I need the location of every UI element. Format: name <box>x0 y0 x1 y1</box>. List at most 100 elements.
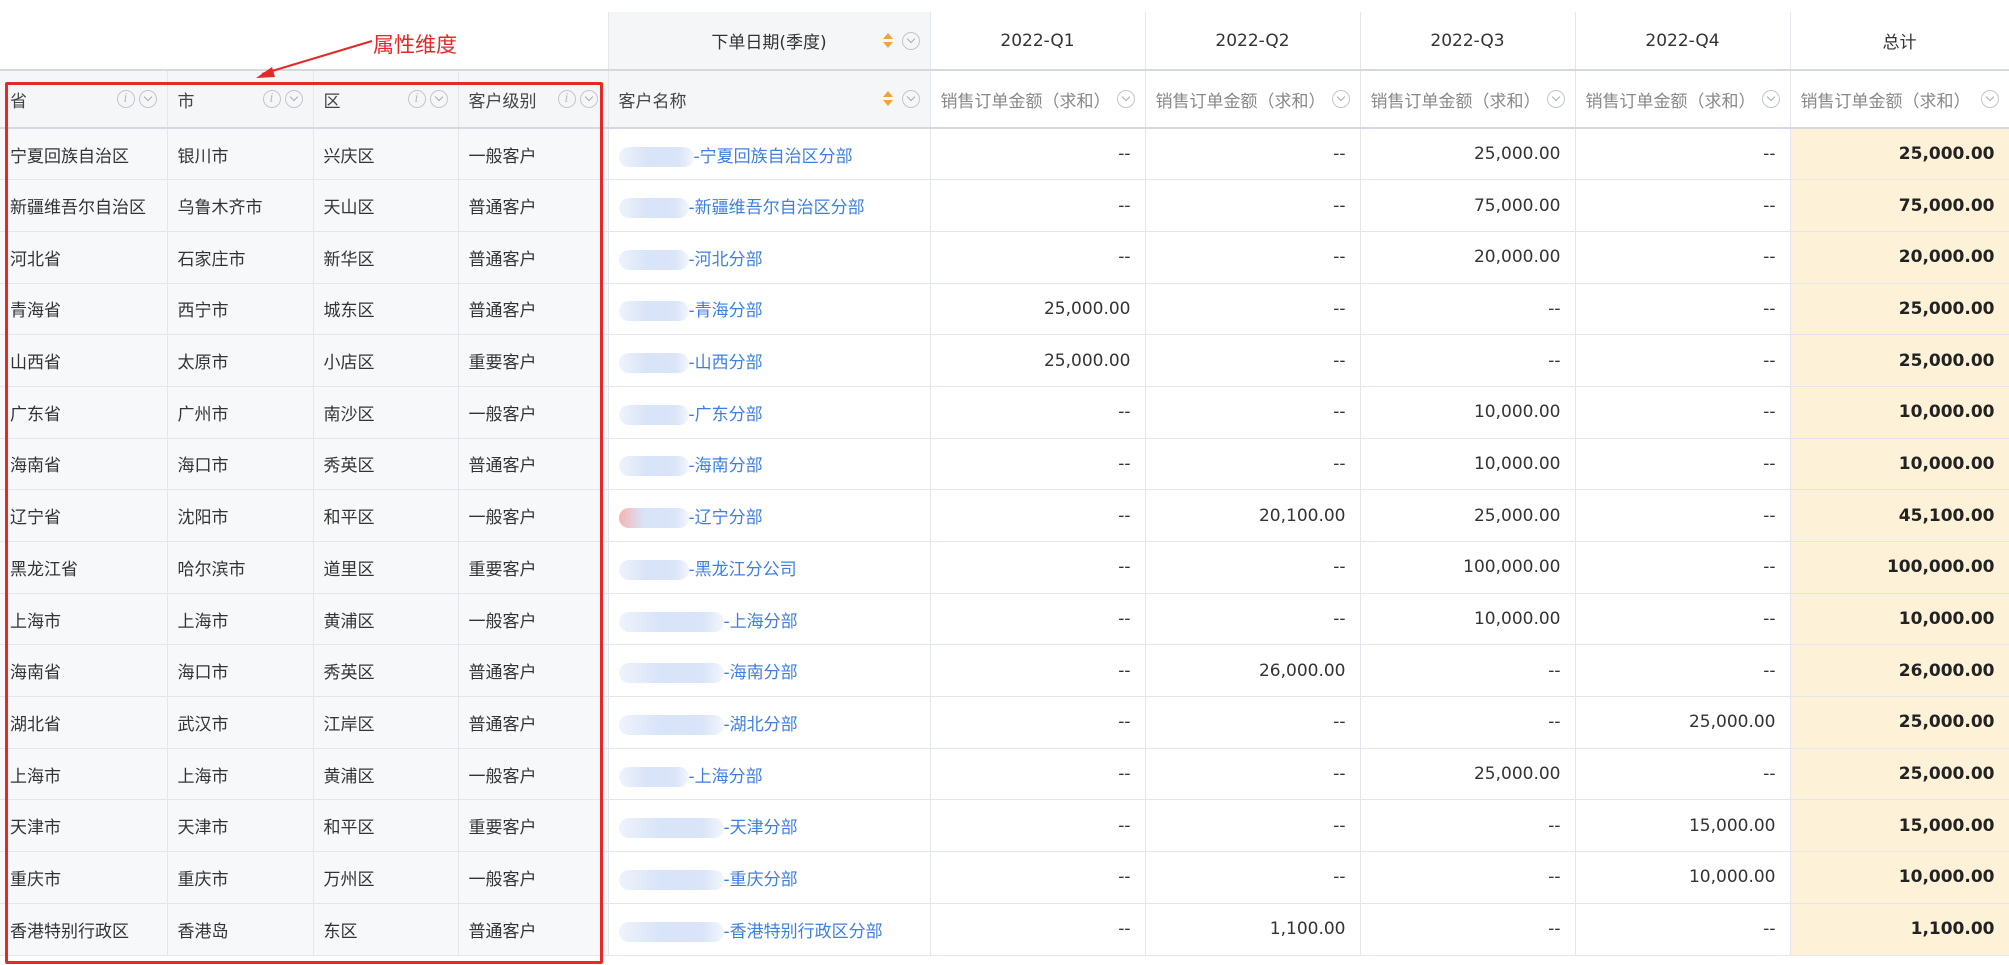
customer-name-link[interactable]: -广东分部 <box>689 400 763 425</box>
quarter-header-q2: 2022-Q2 <box>1145 12 1361 71</box>
measure-header-q1[interactable]: 销售订单金额（求和） <box>930 70 1146 129</box>
chevron-down-icon[interactable] <box>579 90 598 108</box>
district-header[interactable]: 区 i <box>313 70 459 129</box>
customer-level-cell: 普通客户 <box>458 231 609 284</box>
table-row: 新疆维吾尔自治区 乌鲁木齐市 天山区 普通客户 -新疆维吾尔自治区分部 -- -- 75,00… <box>0 179 2009 232</box>
measure-header-q4[interactable]: 销售订单金额（求和） <box>1575 70 1791 129</box>
chevron-down-icon[interactable] <box>1331 90 1350 108</box>
customer-name-cell[interactable]: -广东分部 <box>608 386 931 439</box>
chevron-down-icon[interactable] <box>901 90 920 108</box>
value-cell-q4: 10,000.00 <box>1575 851 1791 904</box>
customer-name-cell[interactable]: -辽宁分部 <box>608 489 931 542</box>
value-cell-q4: -- <box>1575 489 1791 542</box>
province-cell: 上海市 <box>0 593 168 646</box>
city-header-label: 市 <box>177 91 195 112</box>
customer-name-link[interactable]: -上海分部 <box>724 607 798 632</box>
customer-name-link[interactable]: -黑龙江分公司 <box>689 555 797 580</box>
customer-name-cell[interactable]: -山西分部 <box>608 334 931 387</box>
customer-name-link[interactable]: -海南分部 <box>689 451 763 476</box>
customer-name-cell[interactable]: -重庆分部 <box>608 851 931 904</box>
province-cell: 湖北省 <box>0 696 168 749</box>
info-icon[interactable]: i <box>262 90 281 108</box>
customer-level-cell: 一般客户 <box>458 386 609 439</box>
pivot-table-container: 下单日期(季度) 2022-Q1 2022-Q2 2022-Q3 2022-Q4… <box>0 12 2009 965</box>
date-dimension-header[interactable]: 下单日期(季度) <box>608 12 931 71</box>
customer-name-link[interactable]: -青海分部 <box>689 296 763 321</box>
info-icon[interactable]: i <box>116 90 135 108</box>
chevron-down-icon[interactable] <box>284 90 303 108</box>
chevron-down-icon[interactable] <box>1116 90 1135 108</box>
customer-name-cell[interactable]: -河北分部 <box>608 231 931 284</box>
customer-name-cell[interactable]: -天津分部 <box>608 799 931 853</box>
customer-name-link[interactable]: -新疆维吾尔自治区分部 <box>689 193 865 218</box>
province-header[interactable]: 省 i <box>0 70 168 129</box>
table-row: 上海市 上海市 黄浦区 一般客户 -上海分部 -- -- 10,000.00 -- 10,000.… <box>0 593 2009 646</box>
total-cell: 25,000.00 <box>1790 283 2009 336</box>
measure-header-label: 销售订单金额（求和） <box>1585 91 1756 112</box>
customer-name-cell[interactable]: -上海分部 <box>608 748 931 801</box>
value-cell-q2: -- <box>1145 851 1361 904</box>
value-cell-q4: -- <box>1575 128 1791 181</box>
customer-name-link[interactable]: -河北分部 <box>689 245 763 270</box>
sort-icon[interactable] <box>882 32 894 50</box>
value-cell-q2: -- <box>1145 179 1361 232</box>
measure-header-q3[interactable]: 销售订单金额（求和） <box>1360 70 1576 129</box>
customer-name-link[interactable]: -山西分部 <box>689 348 763 373</box>
customer-name-cell[interactable]: -海南分部 <box>608 438 931 491</box>
customer-name-link[interactable]: -上海分部 <box>689 762 763 787</box>
city-header[interactable]: 市 i <box>167 70 314 129</box>
chevron-down-icon[interactable] <box>138 90 157 108</box>
district-cell: 新华区 <box>313 231 459 284</box>
chevron-down-icon[interactable] <box>1761 90 1780 108</box>
redacted-text <box>618 198 689 219</box>
customer-name-link[interactable]: -海南分部 <box>724 658 798 683</box>
customer-name-cell[interactable]: -宁夏回族自治区分部 <box>608 128 931 181</box>
table-row: 黑龙江省 哈尔滨市 道里区 重要客户 -黑龙江分公司 -- -- 100,000.00 -- 10… <box>0 541 2009 594</box>
value-cell-q2: -- <box>1145 593 1361 646</box>
province-cell: 重庆市 <box>0 851 168 904</box>
district-cell: 小店区 <box>313 334 459 387</box>
value-cell-q4: -- <box>1575 334 1791 387</box>
province-cell: 天津市 <box>0 799 168 853</box>
customer-name-link[interactable]: -重庆分部 <box>724 865 798 890</box>
customer-name-cell[interactable]: -香港特别行政区分部 <box>608 903 931 956</box>
customer-name-cell[interactable]: -黑龙江分公司 <box>608 541 931 594</box>
customer-name-link[interactable]: -天津分部 <box>724 813 798 838</box>
customer-name-cell[interactable]: -海南分部 <box>608 644 931 698</box>
customer-name-cell[interactable]: -青海分部 <box>608 283 931 336</box>
city-cell: 广州市 <box>167 386 314 439</box>
customer-name-cell[interactable]: -新疆维吾尔自治区分部 <box>608 179 931 232</box>
customer-name-link[interactable]: -宁夏回族自治区分部 <box>694 142 853 167</box>
customer-name-cell[interactable]: -上海分部 <box>608 593 931 646</box>
info-icon[interactable]: i <box>557 90 576 108</box>
chevron-down-icon[interactable] <box>429 90 448 108</box>
customer-name-link[interactable]: -湖北分部 <box>724 710 798 735</box>
sort-icon[interactable] <box>882 90 894 108</box>
customer-level-cell: 一般客户 <box>458 489 609 542</box>
header-row-top: 下单日期(季度) 2022-Q1 2022-Q2 2022-Q3 2022-Q4… <box>0 12 2009 71</box>
measure-header-q2[interactable]: 销售订单金额（求和） <box>1145 70 1361 129</box>
total-cell: 25,000.00 <box>1790 696 2009 749</box>
customer-level-cell: 普通客户 <box>458 179 609 232</box>
customer-level-header[interactable]: 客户级别 i <box>458 70 609 129</box>
customer-name-header[interactable]: 客户名称 <box>608 70 931 129</box>
customer-level-cell: 一般客户 <box>458 748 609 801</box>
quarter-header-q1: 2022-Q1 <box>930 12 1146 71</box>
measure-header-total[interactable]: 销售订单金额（求和） <box>1790 70 2009 129</box>
chevron-down-icon[interactable] <box>901 31 920 50</box>
value-cell-q1: 25,000.00 <box>930 283 1146 336</box>
info-icon[interactable]: i <box>407 90 426 108</box>
chevron-down-icon[interactable] <box>1980 90 1999 108</box>
customer-name-link[interactable]: -辽宁分部 <box>689 503 763 528</box>
value-cell-q3: -- <box>1360 903 1576 956</box>
value-cell-q2: 20,100.00 <box>1145 489 1361 542</box>
city-cell: 西宁市 <box>167 283 314 336</box>
province-cell: 辽宁省 <box>0 489 168 542</box>
value-cell-q3: 10,000.00 <box>1360 593 1576 646</box>
customer-name-link[interactable]: -香港特别行政区分部 <box>724 917 883 942</box>
customer-level-cell: 普通客户 <box>458 696 609 749</box>
chevron-down-icon[interactable] <box>1546 90 1565 108</box>
value-cell-q2: -- <box>1145 799 1361 853</box>
city-cell: 银川市 <box>167 128 314 181</box>
customer-name-cell[interactable]: -湖北分部 <box>608 696 931 749</box>
